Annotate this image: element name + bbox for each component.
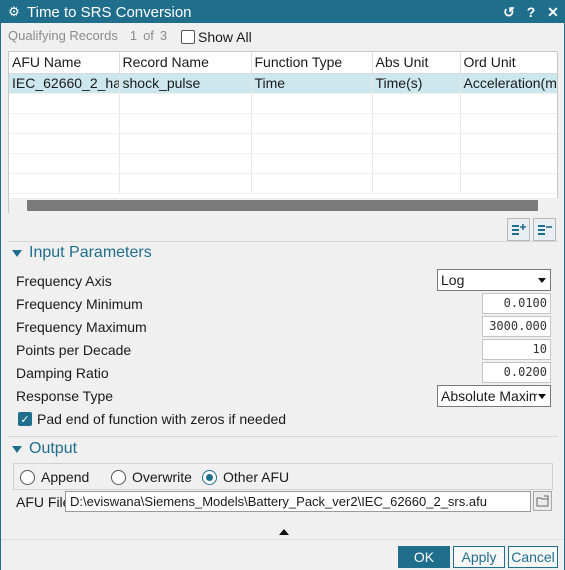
radio-append[interactable]: Append bbox=[20, 469, 89, 485]
table-row-empty bbox=[9, 113, 557, 134]
chevron-down-icon bbox=[538, 394, 546, 399]
qualifying-records-label: Qualifying Records bbox=[8, 28, 118, 43]
col-ord-unit[interactable]: Ord Unit bbox=[460, 52, 557, 74]
col-record-name[interactable]: Record Name bbox=[119, 52, 252, 74]
output-title: Output bbox=[29, 440, 78, 457]
col-afu-name[interactable]: AFU Name bbox=[9, 52, 120, 74]
afu-file-label: AFU File bbox=[16, 494, 71, 510]
checkmark-icon[interactable]: ✓ bbox=[18, 412, 32, 426]
browse-folder-icon[interactable] bbox=[533, 491, 552, 511]
pad-zeros-label: Pad end of function with zeros if needed bbox=[37, 411, 287, 427]
record-total: 3 bbox=[159, 28, 168, 43]
input-parameters-header[interactable]: Input Parameters bbox=[8, 244, 152, 262]
response-type-label: Response Type bbox=[16, 388, 114, 404]
section-divider bbox=[8, 241, 558, 242]
frequency-maximum-label: Frequency Maximum bbox=[16, 319, 147, 335]
response-type-select[interactable]: Absolute Maximum bbox=[437, 385, 551, 407]
record-of: of bbox=[143, 28, 154, 43]
points-per-decade-field[interactable]: 10 bbox=[482, 339, 551, 360]
radio-other-afu[interactable]: Other AFU bbox=[202, 469, 289, 485]
reset-icon[interactable]: ↺ bbox=[498, 1, 520, 23]
cell-afu-name: IEC_62660_2_half_ bbox=[9, 73, 120, 94]
close-icon[interactable]: ✕ bbox=[542, 1, 564, 23]
points-per-decade-label: Points per Decade bbox=[16, 342, 132, 358]
input-parameters-title: Input Parameters bbox=[29, 244, 152, 261]
table-row-empty bbox=[9, 153, 557, 174]
gear-icon: ⚙ bbox=[8, 4, 20, 19]
radio-overwrite[interactable]: Overwrite bbox=[111, 469, 192, 485]
afu-file-input[interactable]: D:\eviswana\Siemens_Models\Battery_Pack_… bbox=[65, 491, 531, 512]
dialog-title: Time to SRS Conversion bbox=[27, 3, 192, 21]
help-icon[interactable]: ? bbox=[520, 1, 542, 23]
pad-zeros-checkbox[interactable]: ✓ Pad end of function with zeros if need… bbox=[18, 411, 286, 427]
frequency-axis-select[interactable]: Log bbox=[437, 269, 551, 291]
frequency-axis-label: Frequency Axis bbox=[16, 273, 112, 289]
radio-append-circle[interactable] bbox=[20, 469, 35, 485]
radio-overwrite-label: Overwrite bbox=[132, 469, 192, 485]
cell-abs-unit: Time(s) bbox=[372, 73, 461, 94]
add-list-icon[interactable] bbox=[507, 218, 530, 241]
ok-button[interactable]: OK bbox=[398, 546, 450, 568]
horizontal-scrollbar-thumb[interactable] bbox=[27, 200, 538, 211]
table-row-empty bbox=[9, 133, 557, 154]
collapse-up-icon[interactable] bbox=[279, 529, 289, 535]
show-all-label: Show All bbox=[198, 29, 252, 45]
cell-function-type: Time bbox=[251, 73, 373, 94]
radio-overwrite-circle[interactable] bbox=[111, 469, 126, 485]
section-divider bbox=[8, 436, 558, 437]
table-row-empty bbox=[9, 93, 557, 114]
radio-other-afu-label: Other AFU bbox=[223, 469, 290, 485]
frequency-maximum-field[interactable]: 3000.000 bbox=[482, 316, 551, 337]
title-bar[interactable]: ⚙ Time to SRS Conversion ↺ ? ✕ bbox=[1, 1, 564, 23]
record-current: 1 bbox=[129, 28, 138, 43]
response-type-value: Absolute Maximum bbox=[441, 388, 537, 404]
apply-button[interactable]: Apply bbox=[453, 546, 505, 568]
table-row[interactable]: IEC_62660_2_half_ shock_pulse Time Time(… bbox=[9, 73, 557, 94]
frequency-minimum-field[interactable]: 0.0100 bbox=[482, 293, 551, 314]
chevron-down-icon bbox=[538, 278, 546, 283]
table-row-empty bbox=[9, 173, 557, 194]
table-header: AFU Name Record Name Function Type Abs U… bbox=[9, 52, 557, 74]
cell-ord-unit: Acceleration(m bbox=[460, 73, 557, 94]
cell-record-name: shock_pulse bbox=[119, 73, 252, 94]
srs-conversion-dialog: ⚙ Time to SRS Conversion ↺ ? ✕ Qualifyin… bbox=[0, 0, 565, 570]
collapse-triangle-icon[interactable] bbox=[12, 445, 22, 453]
collapse-triangle-icon[interactable] bbox=[12, 249, 22, 257]
damping-ratio-label: Damping Ratio bbox=[16, 365, 109, 381]
show-all-box[interactable] bbox=[181, 30, 195, 44]
frequency-axis-value: Log bbox=[441, 272, 465, 288]
records-table: AFU Name Record Name Function Type Abs U… bbox=[8, 51, 558, 213]
frequency-minimum-label: Frequency Minimum bbox=[16, 296, 143, 312]
damping-ratio-field[interactable]: 0.0200 bbox=[482, 362, 551, 383]
remove-list-icon[interactable] bbox=[533, 218, 556, 241]
col-function-type[interactable]: Function Type bbox=[251, 52, 373, 74]
cancel-button[interactable]: Cancel bbox=[508, 546, 558, 568]
output-header[interactable]: Output bbox=[8, 440, 77, 458]
show-all-checkbox[interactable]: Show All bbox=[181, 29, 252, 45]
radio-other-afu-circle[interactable] bbox=[202, 469, 217, 485]
radio-append-label: Append bbox=[41, 469, 90, 485]
list-buttons bbox=[504, 218, 556, 241]
col-abs-unit[interactable]: Abs Unit bbox=[372, 52, 461, 74]
qualifying-records: Qualifying Records 1 of 3 bbox=[8, 28, 167, 43]
